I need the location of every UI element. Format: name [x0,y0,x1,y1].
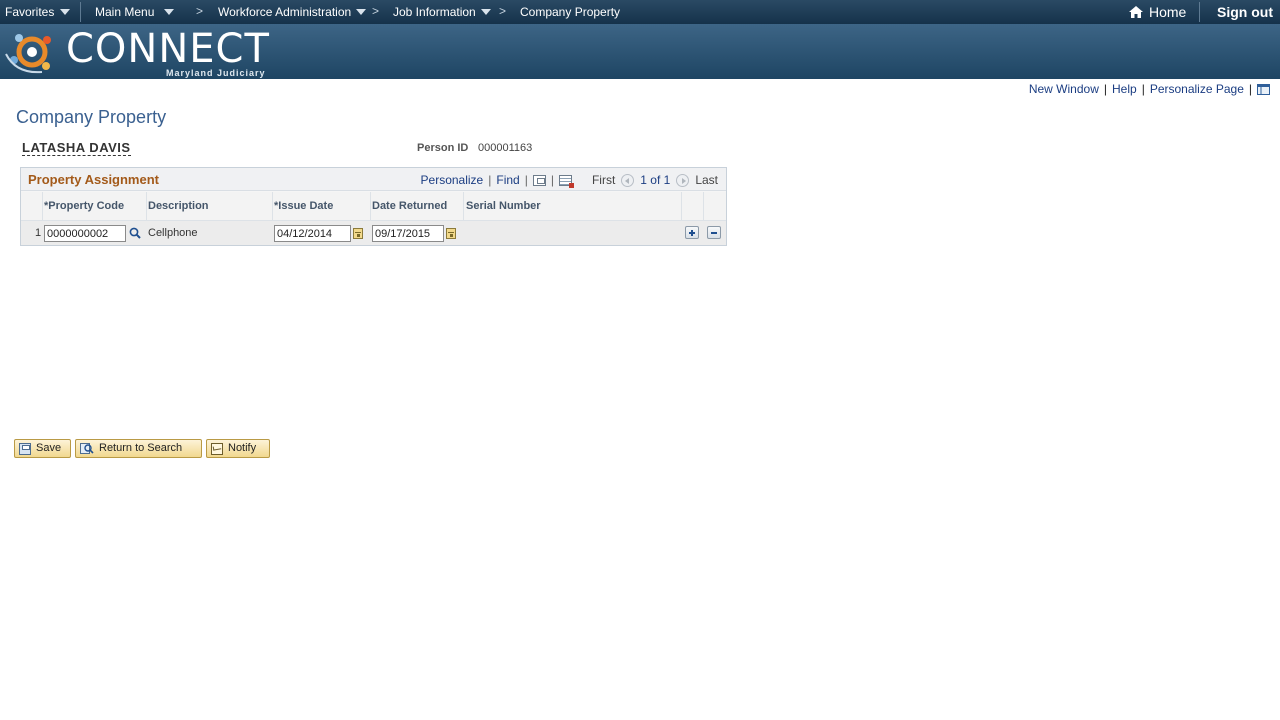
breadcrumb-label: Job Information [393,5,476,19]
issue-date-input[interactable] [274,225,351,242]
page-layout-icon[interactable] [1257,83,1270,95]
grid-title: Property Assignment [28,172,159,187]
breadcrumb-separator: > [372,4,380,18]
column-header-issue-date[interactable]: *Issue Date [274,200,333,212]
person-id-label: Person ID [417,142,469,154]
grid-personalize-link[interactable]: Personalize [421,173,484,187]
breadcrumb-label: Company Property [520,5,621,19]
breadcrumb-workforce-administration[interactable]: Workforce Administration [218,5,367,19]
help-link[interactable]: Help [1112,82,1137,96]
breadcrumb-label: Workforce Administration [218,5,352,19]
grid-range: 1 of 1 [640,173,671,187]
date-returned-input[interactable] [372,225,444,242]
breadcrumb-separator: > [196,4,204,18]
download-excel-icon[interactable] [558,174,574,188]
notify-icon [211,443,223,455]
favorites-dropdown-icon [60,9,71,15]
grid-separator: | [550,173,554,187]
notify-label: Notify [228,442,257,454]
favorites-menu[interactable]: Favorites [5,5,71,19]
grid-first-link[interactable]: First [592,173,615,187]
favorites-label: Favorites [5,5,55,19]
property-assignment-grid: Property Assignment Personalize | Find |… [20,167,727,246]
save-button[interactable]: Save [14,439,71,458]
new-window-icon[interactable] [532,174,546,186]
grid-separator: | [524,173,528,187]
add-row-button[interactable] [685,226,699,239]
link-separator: | [1141,82,1145,96]
chevron-down-icon [356,9,367,15]
nav-divider [1199,2,1200,22]
column-header-serial-number[interactable]: Serial Number [466,200,541,212]
chevron-down-icon [480,9,491,15]
main-menu-dropdown-icon [164,9,175,15]
property-code-input[interactable] [44,225,126,242]
grid-navigation: Personalize | Find | | First 1 of 1 Last [421,173,718,188]
column-header-description[interactable]: Description [148,200,209,212]
home-link[interactable]: Home [1128,4,1186,20]
home-icon [1129,6,1143,18]
column-header-property-code[interactable]: *Property Code [44,200,124,212]
top-nav-bar: Favorites Main Menu > Workforce Administ… [0,0,1280,24]
calendar-icon[interactable] [446,228,456,239]
row-number: 1 [35,227,42,239]
breadcrumb-separator: > [499,4,507,18]
save-label: Save [36,442,62,454]
connect-logo-icon [5,34,51,74]
home-label: Home [1149,4,1187,20]
magnifier-icon[interactable] [129,227,141,239]
main-menu-label: Main Menu [95,5,155,19]
main-menu[interactable]: Main Menu [95,5,175,19]
nav-divider [80,2,81,22]
brand-name: CONNECT [66,26,270,72]
return-search-icon [80,443,94,454]
grid-separator: | [488,173,492,187]
calendar-icon[interactable] [353,228,363,239]
personalize-page-link[interactable]: Personalize Page [1150,82,1244,96]
grid-last-link[interactable]: Last [695,173,718,187]
column-header-date-returned[interactable]: Date Returned [372,200,447,212]
notify-button[interactable]: Notify [206,439,270,458]
grid-find-link[interactable]: Find [496,173,519,187]
new-window-link[interactable]: New Window [1029,82,1099,96]
link-separator: | [1103,82,1107,96]
page-title: Company Property [16,107,167,127]
save-icon [19,443,31,455]
chevron-right-icon[interactable] [676,173,690,187]
chevron-left-icon[interactable] [621,173,635,187]
page-links: New Window | Help | Personalize Page | [1029,82,1270,96]
link-separator: | [1248,82,1252,96]
return-to-search-button[interactable]: Return to Search [75,439,202,458]
breadcrumb-job-information[interactable]: Job Information [393,5,491,19]
return-to-search-label: Return to Search [99,442,183,454]
delete-row-button[interactable] [707,226,721,239]
person-name[interactable]: LATASHA DAVIS [22,140,131,156]
brand-subtitle: Maryland Judiciary [166,68,266,78]
sign-out-link[interactable]: Sign out [1217,4,1273,20]
brand-banner: CONNECT Maryland Judiciary [0,24,1280,79]
person-id-value: 000001163 [478,142,533,154]
table-row: 1 Cellphone [21,220,726,245]
description-value: Cellphone [148,227,198,239]
breadcrumb-company-property: Company Property [520,5,620,19]
grid-column-headers: *Property Code Description *Issue Date D… [21,192,726,220]
grid-header: Property Assignment Personalize | Find |… [21,168,726,191]
